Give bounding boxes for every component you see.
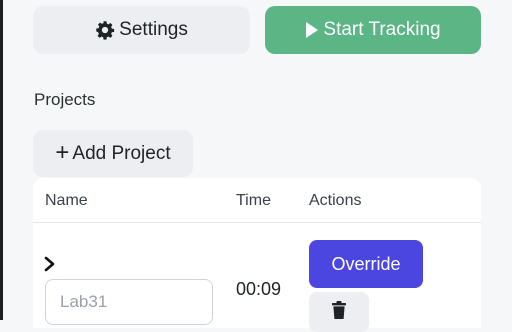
table-header-divider (33, 222, 481, 223)
chevron-right-icon[interactable] (43, 256, 57, 272)
window-edge (0, 0, 3, 320)
projects-table: Name Time Actions 00:09 Override (33, 178, 481, 332)
project-name-input[interactable] (45, 279, 213, 325)
start-tracking-button[interactable]: Start Tracking (265, 6, 481, 54)
plus-icon: + (55, 138, 70, 166)
override-button[interactable]: Override (309, 240, 423, 288)
start-tracking-label: Start Tracking (323, 19, 441, 40)
projects-heading: Projects (34, 90, 96, 109)
column-header-actions: Actions (309, 192, 362, 209)
settings-button[interactable]: Settings (33, 6, 250, 54)
column-header-name: Name (45, 192, 88, 209)
add-project-button[interactable]: + Add Project (33, 130, 193, 177)
gear-icon (95, 20, 115, 40)
play-icon (305, 21, 319, 39)
project-time: 00:09 (236, 279, 282, 299)
trash-icon (331, 301, 347, 324)
settings-label: Settings (119, 19, 188, 40)
toolbar: Settings Start Tracking (33, 6, 481, 54)
delete-project-button[interactable] (309, 292, 369, 332)
add-project-label: Add Project (72, 142, 171, 164)
column-header-time: Time (236, 192, 271, 209)
